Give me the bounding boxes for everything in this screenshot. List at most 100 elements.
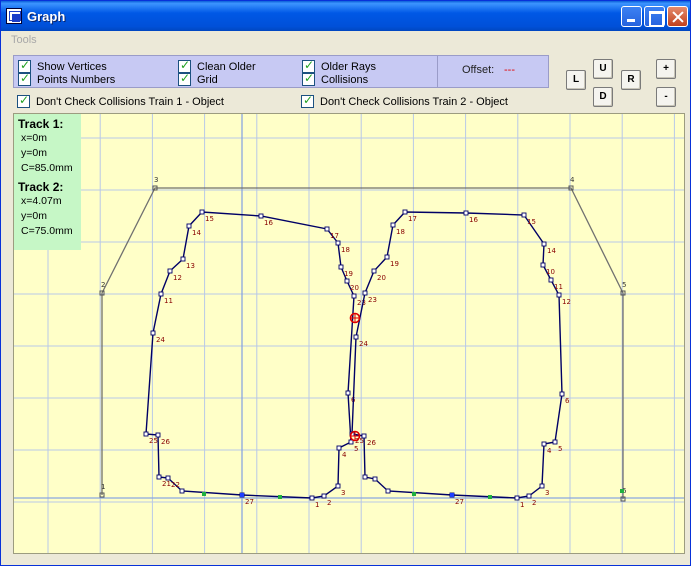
track1-vertex-label: 25 xyxy=(149,437,158,445)
points-numbers-option[interactable]: Points Numbers xyxy=(18,71,116,86)
pan-left-button[interactable]: L xyxy=(566,70,586,90)
clean-older-label: Clean Older xyxy=(197,60,256,73)
graph-canvas[interactable]: 123456 27 1 2 3 4 5 6 23 20 19 18 17 16 15 14 13 12 11 24 2… xyxy=(13,113,685,554)
track1-vertex-label: 19 xyxy=(344,270,353,278)
track1-y: y=0m xyxy=(21,147,47,159)
track1-vertex xyxy=(336,445,342,451)
outline-vertex-label: 3 xyxy=(154,176,158,184)
track2-vertex xyxy=(548,277,554,283)
track2-vertex-label: 20 xyxy=(377,274,386,282)
track1-c: C=85.0mm xyxy=(21,162,73,174)
track2-vertex xyxy=(540,262,546,268)
track1-vertex xyxy=(165,475,171,481)
zoom-in-button[interactable]: + xyxy=(656,59,676,79)
maximize-button[interactable] xyxy=(644,6,665,27)
collisions-checkbox[interactable] xyxy=(302,71,315,86)
track1-vertex xyxy=(321,493,327,499)
options-panel: Show Vertices Points Numbers Clean Older… xyxy=(13,55,549,88)
track1-vertex-label: 22 xyxy=(171,481,180,489)
dont-check-train2-checkbox[interactable] xyxy=(301,93,314,108)
pan-right-button[interactable]: R xyxy=(621,70,641,90)
track2-vertex xyxy=(362,474,368,480)
track2-vertex xyxy=(384,254,390,260)
track1-vertex-label: 3 xyxy=(341,489,345,497)
track1-vertex-label: 5 xyxy=(354,445,358,453)
track1-title: Track 1: xyxy=(18,117,64,131)
pan-down-button[interactable]: D xyxy=(593,87,613,107)
track2-vertex xyxy=(463,210,469,216)
points-numbers-checkbox[interactable] xyxy=(18,71,31,86)
track1-path: 27 1 2345623201918171615141312112425 2621 22 xyxy=(143,209,366,509)
track2-vertex-label: 15 xyxy=(527,218,536,226)
track2-vertex xyxy=(526,493,532,499)
track1-x: x=0m xyxy=(21,132,47,144)
menu-tools[interactable]: Tools xyxy=(11,34,37,46)
track2-vertex-label: 10 xyxy=(546,268,555,276)
track1-vertex xyxy=(345,390,351,396)
outline-vertex-label: 4 xyxy=(570,176,575,184)
track2-vertex-label: 23 xyxy=(368,296,377,304)
track2-y: y=0m xyxy=(21,210,47,222)
track2-vertex xyxy=(371,268,377,274)
track2-vertex-label: 1 xyxy=(520,501,524,509)
older-rays-label: Older Rays xyxy=(321,60,377,73)
dont-check-train1-checkbox[interactable] xyxy=(17,93,30,108)
track2-vertex-label: 2 xyxy=(532,499,536,507)
track2-vertex-label: 26 xyxy=(367,439,376,447)
track2-vertex xyxy=(362,290,368,296)
track1-vertex-label: 1 xyxy=(315,501,319,509)
points-numbers-label: Points Numbers xyxy=(37,73,116,86)
track1-vertex xyxy=(344,278,350,284)
track2-path: 27 1 234 5612111014151617181920232425 26 xyxy=(349,209,571,509)
offset-separator xyxy=(437,56,438,87)
track2-vertex-label: 12 xyxy=(562,298,571,306)
close-button[interactable] xyxy=(667,6,688,27)
track2-vertex-label: 5 xyxy=(558,445,562,453)
track2-vertex-label: 6 xyxy=(565,397,570,405)
pan-up-button[interactable]: U xyxy=(593,59,613,79)
track2-vertex xyxy=(514,495,520,501)
grid-checkbox[interactable] xyxy=(178,71,191,86)
track2-vertex-label: 18 xyxy=(396,228,405,236)
track1-vertex xyxy=(351,293,357,299)
track2-vertex-label: 16 xyxy=(469,216,478,224)
title-bar[interactable]: Graph xyxy=(1,1,690,31)
dont-check-train2-option[interactable]: Don't Check Collisions Train 2 - Object xyxy=(301,93,508,108)
collisions-option[interactable]: Collisions xyxy=(302,71,369,86)
track2-vertex-label: 11 xyxy=(554,283,563,291)
track1-vertex-label: 4 xyxy=(342,451,347,459)
dont-check-train1-option[interactable]: Don't Check Collisions Train 1 - Object xyxy=(17,93,224,108)
track1-vertex-label: 16 xyxy=(264,219,273,227)
dont-check-train2-label: Don't Check Collisions Train 2 - Object xyxy=(320,95,508,108)
collisions-label: Collisions xyxy=(321,73,369,86)
track-plot: 123 456 27 1 234562320191817161514131211242… xyxy=(14,114,684,553)
grid-option[interactable]: Grid xyxy=(178,71,218,86)
show-vertices-option[interactable]: Show Vertices xyxy=(18,58,107,73)
track2-line xyxy=(351,211,563,499)
track1-vertex xyxy=(199,209,205,215)
track2-vertex-label: 14 xyxy=(547,247,556,255)
track1-vertex-label: 2 xyxy=(327,499,331,507)
track1-vertex xyxy=(335,483,341,489)
outline-vertex-label: 1 xyxy=(101,483,105,491)
track1-vertex-label: 26 xyxy=(161,438,170,446)
track1-vertex-label: 21 xyxy=(162,480,171,488)
track1-vertex-label: 11 xyxy=(164,297,173,305)
track1-vertex xyxy=(156,474,162,480)
track1-vertex-label: 20 xyxy=(350,284,359,292)
track2-vertex xyxy=(556,292,562,298)
outline-marker xyxy=(620,489,624,493)
track1-axle-marker xyxy=(278,495,282,499)
window-title: Graph xyxy=(27,9,66,24)
track2-vertex-label: 19 xyxy=(390,260,399,268)
track2-vertex-label: 4 xyxy=(547,447,552,455)
track1-vertex xyxy=(335,240,341,246)
minimize-button[interactable] xyxy=(621,6,642,27)
zoom-out-button[interactable]: - xyxy=(656,87,676,107)
track2-vertex-label: 3 xyxy=(545,489,549,497)
track1-vertex xyxy=(143,431,149,437)
track1-vertex xyxy=(155,432,161,438)
track1-line xyxy=(145,211,355,499)
track2-vertex-label: 17 xyxy=(408,215,417,223)
track2-c: C=75.0mm xyxy=(21,225,73,237)
